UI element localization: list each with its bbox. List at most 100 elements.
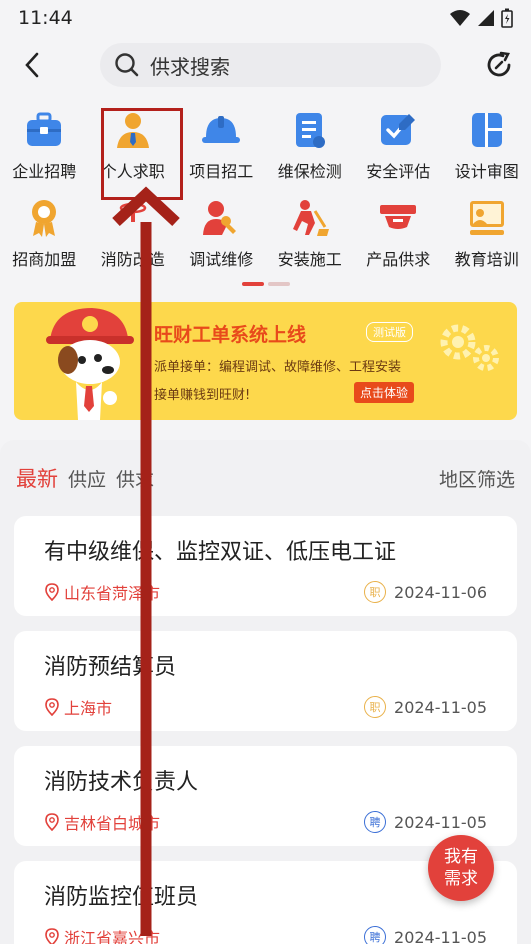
category-franchise[interactable]: 招商加盟 bbox=[0, 190, 89, 278]
item-location: 浙江省嘉兴市 bbox=[44, 925, 160, 944]
category-label: 消防改造 bbox=[100, 250, 165, 269]
category-project-hiring[interactable]: 项目招工 bbox=[177, 102, 266, 190]
category-enterprise-recruit[interactable]: 企业招聘 bbox=[0, 102, 89, 190]
banner-title: 旺财工单系统上线 bbox=[154, 324, 307, 346]
item-meta: 山东省菏泽市 职 2024-11-06 bbox=[44, 580, 487, 604]
category-row: 招商加盟 消防改造 调试维修 安装施工 产品供求 教育培训 bbox=[0, 190, 531, 278]
item-title: 有中级维保、监控双证、低压电工证 bbox=[44, 540, 397, 565]
clock: 11:44 bbox=[18, 7, 73, 29]
category-install-construction[interactable]: 安装施工 bbox=[266, 190, 355, 278]
refresh-icon bbox=[487, 51, 511, 77]
teaching-board-icon bbox=[467, 198, 507, 238]
mascot-dog-icon bbox=[46, 308, 134, 420]
category-label: 个人求职 bbox=[100, 162, 165, 181]
banner-subtitle: 派单接单：编程调试、故障维修、工程安装 bbox=[154, 360, 402, 375]
location-pin-icon bbox=[45, 583, 59, 601]
category-grid: 企业招聘 个人求职 项目招工 维保检测 安全评估 设计审图 招商加盟 消防改造 … bbox=[0, 94, 531, 278]
medal-icon bbox=[24, 198, 64, 238]
item-location: 吉林省白城市 bbox=[44, 810, 160, 834]
category-row: 企业招聘 个人求职 项目招工 维保检测 安全评估 设计审图 bbox=[0, 102, 531, 190]
item-location-text: 吉林省白城市 bbox=[64, 814, 161, 833]
item-location: 上海市 bbox=[44, 695, 112, 719]
banner-cta-button[interactable]: 点击体验 bbox=[354, 382, 415, 403]
search-icon bbox=[115, 53, 139, 77]
item-location-text: 浙江省嘉兴市 bbox=[64, 929, 161, 944]
search-input[interactable]: 供求搜索 bbox=[100, 43, 441, 87]
document-list-icon bbox=[290, 110, 330, 150]
region-filter-button[interactable]: 地区筛选 bbox=[439, 465, 515, 492]
item-date: 2024-11-05 bbox=[394, 697, 487, 717]
tab-supply[interactable]: 供应 bbox=[68, 465, 106, 492]
item-location-text: 上海市 bbox=[64, 699, 113, 718]
item-meta: 浙江省嘉兴市 聘 2024-11-05 bbox=[44, 925, 487, 944]
gears-icon bbox=[440, 324, 499, 371]
category-label: 设计审图 bbox=[454, 162, 519, 181]
item-date-wrap: 聘 2024-11-05 bbox=[364, 811, 487, 833]
search-placeholder: 供求搜索 bbox=[150, 54, 230, 79]
person-tie-icon bbox=[113, 110, 153, 150]
page-dot-active bbox=[241, 282, 264, 286]
wrench-person-icon bbox=[201, 198, 241, 238]
refresh-button[interactable] bbox=[481, 47, 517, 83]
banner-slogan: 接单赚钱到旺财! bbox=[154, 388, 251, 403]
list-item[interactable]: 消防预结算员 上海市 职 2024-11-05 bbox=[14, 631, 517, 731]
header: 供求搜索 bbox=[0, 36, 531, 94]
category-label: 项目招工 bbox=[189, 162, 254, 181]
promo-banner[interactable]: 旺财工单系统上线 测试版 派单接单：编程调试、故障维修、工程安装 接单赚钱到旺财… bbox=[14, 302, 517, 420]
fab-line2: 需求 bbox=[444, 869, 478, 889]
category-design-review[interactable]: 设计审图 bbox=[443, 102, 531, 190]
category-label: 调试维修 bbox=[189, 250, 254, 269]
location-pin-icon bbox=[45, 698, 59, 716]
smoke-detector-icon bbox=[378, 198, 418, 238]
item-title: 消防监控值班员 bbox=[44, 885, 199, 910]
item-date-wrap: 聘 2024-11-05 bbox=[364, 926, 487, 944]
digging-worker-icon bbox=[290, 198, 330, 238]
item-location: 山东省菏泽市 bbox=[44, 580, 160, 604]
list-item[interactable]: 消防技术负责人 吉林省白城市 聘 2024-11-05 bbox=[14, 746, 517, 846]
page-indicator bbox=[0, 278, 531, 296]
item-date: 2024-11-05 bbox=[394, 927, 487, 944]
item-meta: 吉林省白城市 聘 2024-11-05 bbox=[44, 810, 487, 834]
item-date: 2024-11-05 bbox=[394, 812, 487, 832]
status-icons bbox=[449, 8, 513, 28]
category-debug-repair[interactable]: 调试维修 bbox=[177, 190, 266, 278]
category-label: 产品供求 bbox=[366, 250, 431, 269]
category-maintenance-inspection[interactable]: 维保检测 bbox=[266, 102, 355, 190]
job-seek-tag-icon: 职 bbox=[364, 581, 387, 603]
category-label: 招商加盟 bbox=[12, 250, 77, 269]
post-demand-button[interactable]: 我有 需求 bbox=[428, 835, 494, 901]
category-education-training[interactable]: 教育培训 bbox=[443, 190, 531, 278]
job-seek-tag-icon: 职 bbox=[364, 696, 387, 718]
chevron-left-icon bbox=[25, 52, 39, 78]
item-meta: 上海市 职 2024-11-05 bbox=[44, 695, 487, 719]
back-button[interactable] bbox=[14, 47, 50, 83]
category-product-supply[interactable]: 产品供求 bbox=[354, 190, 443, 278]
tab-latest[interactable]: 最新 bbox=[16, 463, 58, 493]
briefcase-icon bbox=[24, 110, 64, 150]
item-title: 消防技术负责人 bbox=[44, 770, 199, 795]
item-location-text: 山东省菏泽市 bbox=[64, 584, 161, 603]
category-personal-jobseek[interactable]: 个人求职 bbox=[89, 102, 178, 190]
category-label: 企业招聘 bbox=[12, 162, 77, 181]
category-fire-renovation[interactable]: 消防改造 bbox=[89, 190, 178, 278]
item-title: 消防预结算员 bbox=[44, 655, 177, 680]
banner-tag: 测试版 bbox=[366, 322, 413, 342]
layout-icon bbox=[467, 110, 507, 150]
location-pin-icon bbox=[45, 928, 59, 944]
location-pin-icon bbox=[45, 813, 59, 831]
item-date-wrap: 职 2024-11-05 bbox=[364, 696, 487, 718]
list-item[interactable]: 有中级维保、监控双证、低压电工证 山东省菏泽市 职 2024-11-06 bbox=[14, 516, 517, 616]
fab-line1: 我有 bbox=[444, 847, 478, 867]
page-dot bbox=[267, 282, 290, 286]
item-date-wrap: 职 2024-11-06 bbox=[364, 581, 487, 603]
category-label: 安全评估 bbox=[366, 162, 431, 181]
sprinkler-icon bbox=[113, 198, 153, 238]
category-safety-assessment[interactable]: 安全评估 bbox=[354, 102, 443, 190]
category-label: 教育培训 bbox=[454, 250, 519, 269]
battery-icon bbox=[501, 8, 513, 28]
hiring-tag-icon: 聘 bbox=[364, 811, 387, 833]
check-pen-icon bbox=[378, 110, 418, 150]
tab-demand[interactable]: 供求 bbox=[116, 465, 154, 492]
category-label: 维保检测 bbox=[277, 162, 342, 181]
feed-tabs: 最新 供应 供求 地区筛选 bbox=[14, 440, 517, 516]
